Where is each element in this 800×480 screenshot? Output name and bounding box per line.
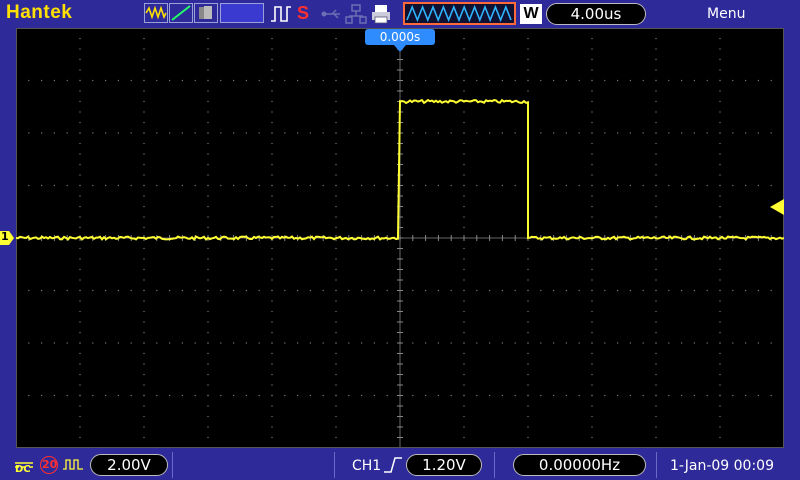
bw-limit-icon[interactable]: 20 (40, 456, 58, 474)
ch1-ground-marker[interactable]: 1 (0, 230, 15, 246)
date-time: 1-Jan-09 00:09 (670, 458, 774, 474)
waveform-icon[interactable] (144, 3, 168, 23)
dc-coupling-icon[interactable]: DC (14, 455, 34, 475)
frequency-counter: 0.00000Hz (513, 454, 646, 476)
divider (494, 452, 495, 478)
divider (334, 452, 335, 478)
waveform-display (15, 27, 785, 449)
bw-limit-label: 20 (42, 458, 58, 471)
timebase-value[interactable]: 4.00us (546, 3, 646, 25)
dollar-s-icon: S (297, 3, 310, 23)
divider (656, 452, 657, 478)
graticule (15, 27, 785, 449)
invert-wave-icon[interactable] (62, 456, 84, 474)
ch1-volts-div[interactable]: 2.00V (90, 454, 168, 476)
persistence-icon[interactable] (194, 3, 218, 23)
ramp-icon[interactable] (169, 3, 193, 23)
ch1-marker-label: 1 (1, 230, 9, 243)
memory-window-indicator[interactable] (403, 2, 516, 25)
printer-icon[interactable] (370, 3, 392, 25)
rising-edge-icon[interactable] (383, 456, 403, 474)
trigger-source-label[interactable]: CH1 (352, 458, 381, 474)
menu-button[interactable]: Menu (707, 6, 745, 22)
top-status-bar: Hantek S W 4.00us Menu (0, 0, 800, 28)
trigger-position-badge[interactable]: 0.000s (365, 29, 435, 45)
window-mode-label[interactable]: W (520, 4, 542, 24)
divider (172, 452, 173, 478)
trigger-position-arrow-icon (394, 45, 406, 52)
trigger-edge-icon (270, 4, 292, 24)
brand-logo: Hantek (6, 2, 73, 23)
usb-icon (320, 6, 342, 22)
trigger-level-value[interactable]: 1.20V (406, 454, 482, 476)
trigger-level-marker-icon[interactable] (770, 199, 784, 215)
network-icon (345, 3, 367, 25)
coupling-label: DC (15, 464, 31, 475)
blank-field (220, 3, 264, 23)
